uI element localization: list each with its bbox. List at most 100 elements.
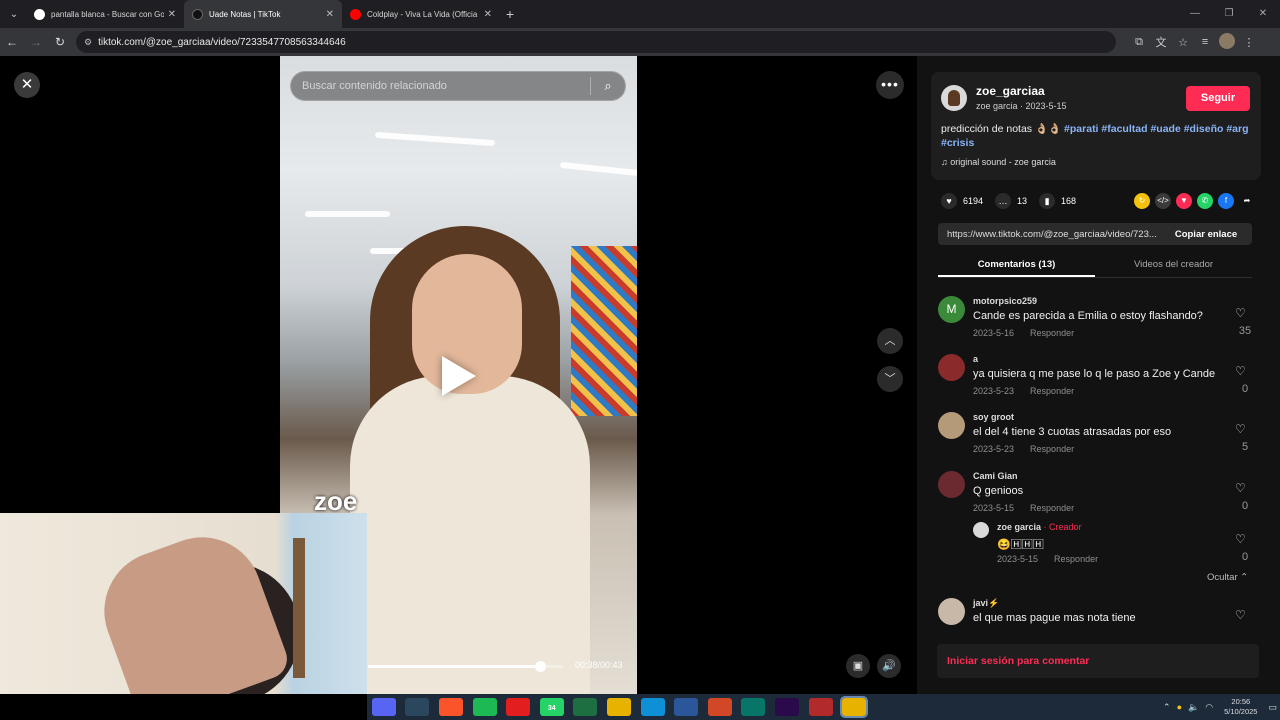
site-info-icon[interactable]: ⚙	[84, 37, 92, 48]
tab-google-search[interactable]: pantalla blanca - Buscar con Go ✕	[26, 0, 184, 28]
close-tab-icon[interactable]: ✕	[326, 9, 334, 20]
close-tab-icon[interactable]: ✕	[168, 9, 176, 20]
address-bar[interactable]: ⚙ tiktok.com/@zoe_garciaa/video/72335477…	[76, 31, 1116, 53]
heart-icon[interactable]: ♡	[1235, 306, 1246, 320]
reply-user[interactable]: zoe garcia · Creador	[997, 522, 1082, 532]
more-options-icon[interactable]: •••	[876, 71, 904, 99]
heart-icon[interactable]: ♡	[1235, 532, 1246, 546]
reply-button[interactable]: Responder	[1030, 444, 1074, 454]
edge-icon[interactable]	[640, 698, 665, 716]
tab-tiktok[interactable]: Uade Notas | TikTok ✕	[184, 0, 342, 28]
save-button[interactable]: ▮ 168	[1039, 193, 1076, 209]
avatar[interactable]	[938, 471, 965, 498]
winrar-icon[interactable]	[808, 698, 833, 716]
login-to-comment[interactable]: Iniciar sesión para comentar	[937, 644, 1259, 678]
comment-user[interactable]: javi⚡	[973, 598, 999, 609]
notification-icon[interactable]: ▭	[1268, 702, 1277, 713]
hashtag-link[interactable]: #facultad	[1101, 123, 1147, 135]
chrome-icon[interactable]	[606, 698, 631, 716]
reply-button[interactable]: Responder	[1030, 328, 1074, 338]
related-search-input[interactable]: Buscar contenido relacionado ⌕	[290, 71, 626, 101]
forward-icon[interactable]: →	[24, 35, 48, 49]
reply-button[interactable]: Responder	[1030, 503, 1074, 513]
tab-comments[interactable]: Comentarios (13)	[938, 254, 1095, 277]
avatar[interactable]	[938, 598, 965, 625]
avatar[interactable]	[938, 412, 965, 439]
avatar[interactable]	[941, 85, 967, 111]
hashtag-link[interactable]: #diseño	[1184, 123, 1224, 135]
tab-search-icon[interactable]: ⌄	[2, 4, 26, 24]
cast-icon[interactable]: ⧉	[1128, 36, 1150, 49]
back-icon[interactable]: ←	[0, 35, 24, 49]
acrobat-icon[interactable]	[506, 698, 531, 716]
premiere-icon[interactable]	[774, 698, 799, 716]
like-button[interactable]: ♥ 6194	[941, 193, 983, 209]
profile-avatar[interactable]	[1216, 32, 1238, 52]
heart-icon[interactable]: ♡	[1235, 608, 1246, 622]
seek-bar[interactable]	[368, 661, 563, 672]
hashtag-link[interactable]: #crisis	[941, 137, 974, 149]
whatsapp-icon[interactable]: 34	[539, 698, 564, 716]
bookmark-star-icon[interactable]: ☆	[1172, 36, 1194, 49]
hashtag-link[interactable]: #arg	[1226, 123, 1248, 135]
powerpoint-icon[interactable]	[707, 698, 732, 716]
facebook-icon[interactable]: f	[1218, 193, 1234, 209]
follow-button[interactable]: Seguir	[1186, 86, 1250, 111]
hashtag-link[interactable]: #parati	[1064, 123, 1098, 135]
reload-icon[interactable]: ↻	[48, 35, 72, 49]
extensions-icon[interactable]: ≡	[1194, 36, 1216, 48]
brave-icon[interactable]	[438, 698, 463, 716]
next-video-icon[interactable]: ﹀	[877, 366, 903, 392]
comment-button[interactable]: … 13	[995, 193, 1027, 209]
spotify-icon[interactable]	[472, 698, 497, 716]
sound-link[interactable]: ♫ original sound - zoe garcia	[941, 157, 1056, 167]
whatsapp-icon[interactable]: ✆	[1197, 193, 1213, 209]
search-icon[interactable]: ⌕	[591, 78, 625, 94]
menu-icon[interactable]: ⋮	[1238, 36, 1260, 49]
repost-icon[interactable]: ↻	[1134, 193, 1150, 209]
discord-icon[interactable]	[371, 698, 396, 716]
chevron-up-icon[interactable]: ⌃	[1163, 702, 1171, 713]
tab-youtube[interactable]: Coldplay - Viva La Vida (Officia ✕	[342, 0, 500, 28]
chrome-active-icon[interactable]	[840, 696, 869, 718]
avatar[interactable]	[938, 354, 965, 381]
avatar[interactable]: M	[938, 296, 965, 323]
speaker-icon[interactable]: 🔈	[1188, 702, 1199, 713]
word-icon[interactable]	[674, 698, 699, 716]
previous-video-icon[interactable]: ︿	[877, 328, 903, 354]
hide-replies-button[interactable]: Ocultar ⌃	[1207, 572, 1248, 583]
close-window-icon[interactable]: ✕	[1246, 0, 1280, 28]
hashtag-link[interactable]: #uade	[1150, 123, 1180, 135]
close-tab-icon[interactable]: ✕	[484, 9, 492, 20]
reply-button[interactable]: Responder	[1030, 386, 1074, 396]
translate-icon[interactable]: 文	[1150, 34, 1172, 50]
wifi-icon[interactable]: ◠	[1205, 702, 1213, 713]
share-arrow-icon[interactable]: ➦	[1239, 193, 1255, 209]
tab-creator-videos[interactable]: Videos del creador	[1095, 254, 1252, 277]
steam-icon[interactable]	[405, 698, 430, 716]
comment-user[interactable]: Cami Gian	[973, 471, 1018, 481]
seek-handle[interactable]	[534, 661, 546, 672]
embed-icon[interactable]: </>	[1155, 193, 1171, 209]
minimize-icon[interactable]: —	[1178, 0, 1212, 28]
heart-icon[interactable]: ♡	[1235, 481, 1246, 495]
send-icon[interactable]: ▼	[1176, 193, 1192, 209]
play-icon[interactable]	[442, 356, 476, 396]
norton-icon[interactable]: ●	[1177, 702, 1182, 712]
heart-icon[interactable]: ♡	[1235, 422, 1246, 436]
floating-player-icon[interactable]: ▣	[846, 654, 870, 678]
avatar[interactable]	[973, 522, 989, 538]
publisher-icon[interactable]	[741, 698, 766, 716]
heart-icon[interactable]: ♡	[1235, 364, 1246, 378]
excel-icon[interactable]	[573, 698, 598, 716]
close-icon[interactable]: ✕	[14, 72, 40, 98]
reply-button[interactable]: Responder	[1054, 554, 1098, 564]
copy-link-button[interactable]: Copiar enlace	[1160, 229, 1252, 240]
comment-user[interactable]: soy groot	[973, 412, 1014, 422]
new-tab-button[interactable]: +	[500, 6, 520, 22]
clock[interactable]: 20:56 5/10/2025	[1224, 697, 1257, 717]
comment-user[interactable]: motorpsico259	[973, 296, 1037, 306]
creator-handle[interactable]: zoe_garciaa	[976, 84, 1045, 98]
volume-icon[interactable]: 🔊	[877, 654, 901, 678]
comment-user[interactable]: a	[973, 354, 978, 364]
